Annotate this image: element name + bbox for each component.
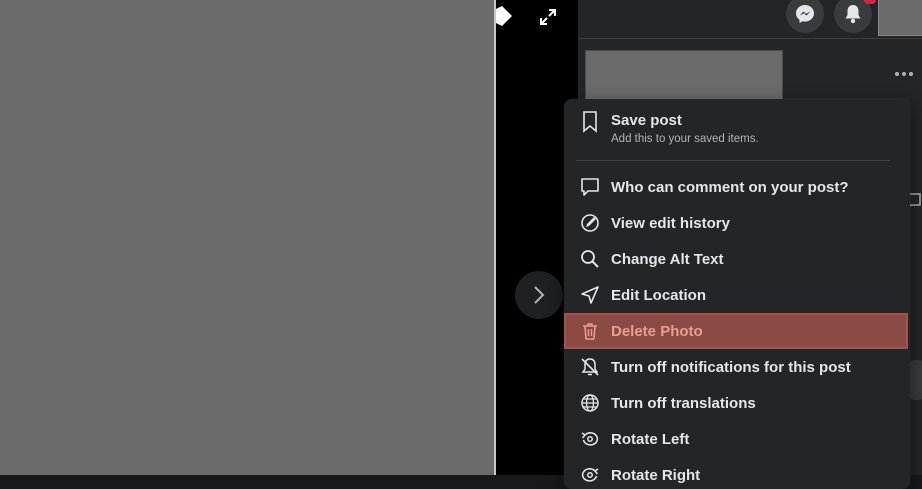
- tag-icon[interactable]: [496, 6, 512, 26]
- save-post-item[interactable]: Save post Add this to your saved items.: [566, 105, 908, 151]
- turn-off-notifications-item[interactable]: Turn off notifications for this post: [566, 349, 908, 385]
- edit-location-label: Edit Location: [611, 286, 706, 304]
- rotate-left-icon: [579, 428, 601, 450]
- rotate-left-item[interactable]: Rotate Left: [566, 421, 908, 457]
- save-post-label: Save post: [611, 112, 682, 129]
- redacted-avatar: [878, 0, 922, 36]
- bell-off-icon: [579, 356, 601, 378]
- messenger-icon: [796, 5, 814, 23]
- change-alt-text-label: Change Alt Text: [611, 250, 724, 268]
- globe-icon: [579, 392, 601, 414]
- save-post-sublabel: Add this to your saved items.: [611, 133, 759, 145]
- who-can-comment-item[interactable]: Who can comment on your post?: [566, 169, 908, 205]
- redacted-author-info: [585, 50, 783, 100]
- view-edit-history-label: View edit history: [611, 214, 730, 232]
- turn-off-translations-label: Turn off translations: [611, 394, 756, 412]
- more-options-icon[interactable]: [893, 66, 915, 82]
- edit-location-item[interactable]: Edit Location: [566, 277, 908, 313]
- rotate-right-item[interactable]: Rotate Right: [566, 457, 908, 489]
- delete-photo-label: Delete Photo: [611, 322, 703, 340]
- turn-off-translations-item[interactable]: Turn off translations: [566, 385, 908, 421]
- rotate-right-icon: [579, 464, 601, 486]
- post-options-menu: Save post Add this to your saved items. …: [564, 99, 910, 489]
- comment-icon: [579, 176, 601, 198]
- view-edit-history-item[interactable]: View edit history: [566, 205, 908, 241]
- redacted-left-area: [0, 0, 494, 475]
- edit-history-icon: [579, 212, 601, 234]
- turn-off-notifications-label: Turn off notifications for this post: [611, 358, 851, 376]
- delete-photo-item[interactable]: Delete Photo: [564, 313, 908, 349]
- rotate-left-label: Rotate Left: [611, 430, 690, 448]
- expand-icon[interactable]: [538, 7, 558, 27]
- location-arrow-icon: [579, 284, 601, 306]
- rotate-right-label: Rotate Right: [611, 466, 701, 484]
- menu-divider: [576, 160, 890, 161]
- search-icon: [579, 248, 601, 270]
- bookmark-icon: [579, 111, 601, 133]
- bell-icon: [845, 5, 861, 24]
- chevron-right-icon: [534, 286, 545, 304]
- trash-icon: [579, 320, 601, 342]
- change-alt-text-item[interactable]: Change Alt Text: [566, 241, 908, 277]
- who-can-comment-label: Who can comment on your post?: [611, 178, 849, 196]
- next-photo-button[interactable]: [515, 271, 563, 319]
